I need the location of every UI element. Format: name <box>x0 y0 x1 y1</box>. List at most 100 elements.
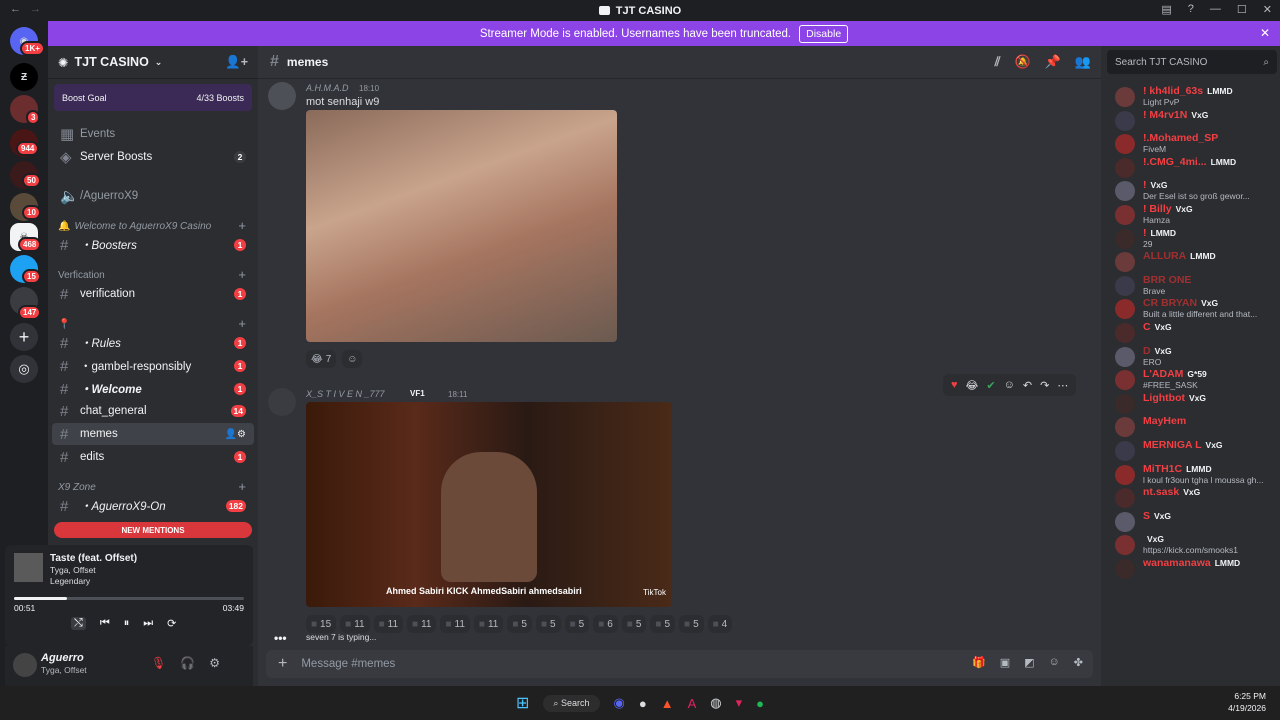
server-header[interactable]: ✺ TJT CASINO ⌄ 👤+ <box>48 46 258 79</box>
gif-icon[interactable]: ▣ <box>1000 656 1010 669</box>
progress-bar[interactable] <box>14 597 244 600</box>
pinned-icon[interactable]: 📌 <box>1045 54 1061 70</box>
voice-channel[interactable]: 🔈/AguerroX9 <box>48 185 258 207</box>
reaction-laugh[interactable]: 😂 7 <box>306 350 337 368</box>
add-channel-icon[interactable]: + <box>238 316 246 331</box>
member-item[interactable]: MayHem <box>1101 414 1280 440</box>
member-item[interactable]: L'ADAM G*59 #FREE_SASK <box>1101 367 1280 393</box>
settings-icon[interactable]: 👤⚙ <box>225 429 246 440</box>
add-channel-icon[interactable]: + <box>238 267 246 282</box>
member-list-icon[interactable]: 👥 <box>1075 54 1091 70</box>
meme-image[interactable] <box>306 110 617 342</box>
channel-boosters[interactable]: # ・Boosters 1 <box>48 234 258 256</box>
boost-goal[interactable]: Boost Goal 4/33 Boosts <box>54 84 252 111</box>
minimize-icon[interactable]: — <box>1210 3 1221 16</box>
avatar[interactable] <box>13 653 37 677</box>
server-boosts-item[interactable]: ◈ Server Boosts 2 <box>48 146 258 168</box>
reaction-chip[interactable]: ■ 15 <box>306 615 337 633</box>
server-icon-1[interactable]: Ƶ <box>10 63 38 91</box>
avatar[interactable] <box>268 388 296 416</box>
inbox-icon[interactable]: ▤ <box>1161 3 1171 16</box>
close-window-icon[interactable]: ✕ <box>1263 3 1272 16</box>
maximize-icon[interactable]: ☐ <box>1237 3 1247 16</box>
emoji-icon[interactable]: ☺ <box>1049 656 1060 669</box>
reaction-chip[interactable]: ■ 5 <box>650 615 676 633</box>
reaction-chip[interactable]: ■ 5 <box>621 615 647 633</box>
discord-taskbar-icon[interactable]: ◉ <box>614 695 625 711</box>
member-item[interactable]: ! VxG Der Esel ist so groß gewor... <box>1101 178 1280 204</box>
message-input[interactable]: Message #memes <box>301 658 395 670</box>
avatar[interactable] <box>268 82 296 110</box>
gift-icon[interactable]: 🎁 <box>972 656 986 669</box>
member-item[interactable]: BRR ONE Brave <box>1101 273 1280 299</box>
forward-icon[interactable]: ↷ <box>1040 379 1049 392</box>
apps-icon[interactable]: ✤ <box>1074 656 1083 669</box>
invite-icon[interactable]: 👤+ <box>225 55 248 70</box>
member-item[interactable]: S VxG <box>1101 509 1280 535</box>
message-author[interactable]: X_S T I V E N _777 <box>306 389 385 399</box>
member-item[interactable]: nt.sask VxG <box>1101 485 1280 511</box>
shuffle-icon[interactable]: ⤭ <box>71 617 86 630</box>
next-icon[interactable]: ⏭ <box>143 617 153 630</box>
adobe-icon[interactable]: A <box>688 696 697 711</box>
channel-gambel[interactable]: # ・gambel-responsibly 1 <box>48 355 258 377</box>
add-reaction-button[interactable]: ☺ <box>342 350 363 368</box>
mute-icon[interactable]: 🎙 <box>151 656 166 670</box>
reaction-chip[interactable]: ■ 11 <box>340 615 370 633</box>
close-banner-icon[interactable]: ✕ <box>1260 26 1270 40</box>
member-item[interactable]: CR BRYAN VxG Built a little different and … <box>1101 296 1280 322</box>
reply-icon[interactable]: ↶ <box>1023 379 1032 392</box>
new-mentions-pill[interactable]: NEW MENTIONS <box>54 522 252 538</box>
channel-chat-general[interactable]: # chat_general 14 <box>48 400 258 422</box>
laugh-icon[interactable]: 😂 <box>966 379 979 392</box>
taskbar-search[interactable]: ⌕ Search <box>543 694 600 712</box>
previous-icon[interactable]: ⏮ <box>100 617 110 630</box>
github-icon[interactable]: ● <box>639 696 647 711</box>
reaction-chip[interactable]: ■ 11 <box>473 615 504 633</box>
member-item[interactable]: C VxG <box>1101 320 1280 346</box>
member-item[interactable]: MERNIGA L VxG <box>1101 438 1280 464</box>
member-item[interactable]: ! Billy VxG Hamza <box>1101 202 1280 228</box>
member-item[interactable]: ! M4rv1N VxG <box>1101 108 1280 134</box>
add-attachment-icon[interactable]: + <box>278 655 287 673</box>
capcut-icon[interactable]: ▾ <box>736 695 743 711</box>
pause-icon[interactable]: ⏸ <box>124 617 130 630</box>
search-input[interactable]: Search TJT CASINO <box>1115 57 1207 68</box>
reaction-chip[interactable]: ■ 6 <box>593 615 618 633</box>
category-pin[interactable]: 📍 <box>58 319 70 330</box>
channel-verification[interactable]: # verification 1 <box>48 283 258 305</box>
obs-icon[interactable]: ◍ <box>710 695 721 711</box>
forward-icon[interactable]: → <box>30 3 41 15</box>
video-embed[interactable]: Ahmed Sabiri KICK AhmedSabiri ahmedsabir… <box>306 402 672 607</box>
search-box[interactable]: Search TJT CASINO ⌕ <box>1107 50 1277 74</box>
brave-icon[interactable]: ▲ <box>661 696 674 711</box>
spotify-icon[interactable]: ● <box>756 696 764 711</box>
threads-icon[interactable]: ⫽ <box>995 54 1001 70</box>
reaction-chip[interactable]: ■ 11 <box>440 615 470 633</box>
help-icon[interactable]: ? <box>1188 3 1194 16</box>
check-icon[interactable]: ✔ <box>986 379 995 392</box>
reaction-chip[interactable]: ■ 5 <box>679 615 704 633</box>
member-item[interactable]: ! LMMD 29 <box>1101 226 1280 252</box>
channel-aguerrox9-on[interactable]: # ・AguerroX9-On 182 <box>48 495 258 517</box>
member-item[interactable]: !.Mohamed_SP FiveM <box>1101 131 1280 157</box>
channel-edits[interactable]: # edits 1 <box>48 446 258 468</box>
add-channel-icon[interactable]: + <box>238 218 246 233</box>
member-item[interactable]: wanamanawa LMMD <box>1101 556 1280 582</box>
heart-icon[interactable]: ♥ <box>951 379 958 391</box>
member-item[interactable]: MiTH1C LMMD l koul fr3oun tgha l moussa gh… <box>1101 462 1280 488</box>
member-item[interactable]: ! kh4lid_63s LMMD Light PvP <box>1101 84 1280 110</box>
user-settings-icon[interactable]: ⚙ <box>209 656 220 670</box>
deafen-icon[interactable]: 🎧 <box>180 656 195 670</box>
reaction-chip[interactable]: ■ 11 <box>407 615 437 633</box>
add-server-icon[interactable]: + <box>10 323 38 351</box>
events-item[interactable]: ▦ Events <box>48 123 258 145</box>
disable-button[interactable]: Disable <box>799 24 849 43</box>
message-composer[interactable]: + Message #memes 🎁 ▣ ◩ ☺ ✤ <box>266 650 1093 678</box>
channel-welcome[interactable]: # ・Welcome 1 <box>48 378 258 400</box>
member-item[interactable]: VxG https://kick.com/smooks1 <box>1101 532 1280 558</box>
reaction-chip[interactable]: ■ 5 <box>564 615 590 633</box>
discover-icon[interactable]: ◎ <box>10 355 38 383</box>
add-reaction-icon[interactable]: ☺ <box>1004 379 1015 391</box>
add-channel-icon[interactable]: + <box>238 479 246 494</box>
